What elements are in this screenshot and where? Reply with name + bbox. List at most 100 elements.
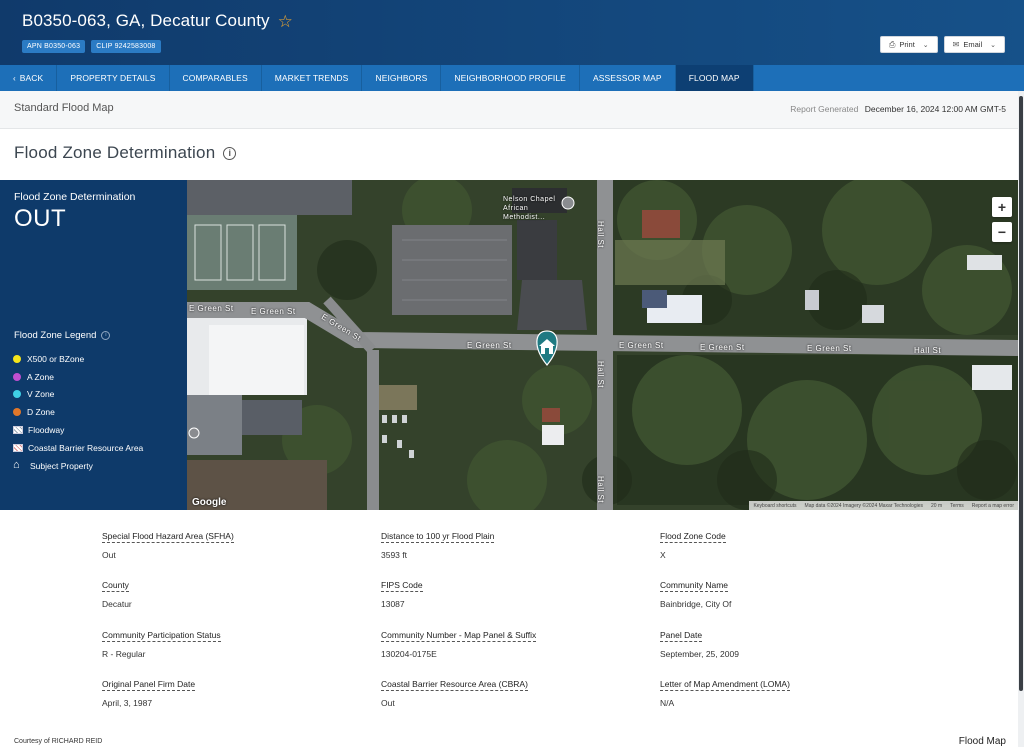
detail-firm-date: Original Panel Firm Date April, 3, 1987: [102, 674, 362, 708]
street-label: E Green St: [467, 341, 512, 350]
star-icon[interactable]: ☆: [278, 13, 293, 30]
legend-item-label: V Zone: [27, 389, 55, 400]
detail-value: R - Regular: [102, 649, 146, 659]
page-header: B0350-063, GA, Decatur County ☆ APN B035…: [0, 0, 1024, 65]
map-data-text: Map data ©2024 Imagery ©2024 Maxar Techn…: [804, 502, 923, 509]
home-icon: ⌂: [13, 459, 20, 472]
zoom-out-button[interactable]: −: [992, 222, 1012, 242]
tab-neighbors[interactable]: NEIGHBORS: [362, 65, 442, 91]
legend-panel: Flood Zone Determination OUT Flood Zone …: [0, 180, 187, 510]
street-label: E Green St: [807, 344, 852, 353]
scrollbar-thumb[interactable]: [1019, 96, 1023, 691]
detail-label: County: [102, 580, 129, 592]
legend-item-cbra: Coastal Barrier Resource Area: [13, 439, 143, 457]
report-generated-value: December 16, 2024 12:00 AM GMT-5: [864, 104, 1006, 114]
section-title-text: Flood Zone Determination: [14, 143, 216, 162]
detail-participation: Community Participation Status R - Regul…: [102, 625, 362, 659]
street-label: Hall St: [596, 475, 606, 504]
street-label: E Green St: [700, 343, 745, 352]
detail-value: Out: [381, 698, 395, 708]
title-row: B0350-063, GA, Decatur County ☆: [22, 11, 293, 31]
yellow-dot-icon: [13, 354, 21, 363]
detail-label: Original Panel Firm Date: [102, 679, 196, 691]
info-icon[interactable]: i: [101, 331, 111, 340]
tab-neighborhood-profile[interactable]: NEIGHBORHOOD PROFILE: [441, 65, 580, 91]
detail-value: X: [660, 550, 666, 560]
detail-distance: Distance to 100 yr Flood Plain 3593 ft: [381, 526, 641, 560]
envelope-icon: ✉: [952, 40, 960, 49]
report-error-link[interactable]: Report a map error: [972, 503, 1014, 509]
detail-label: Panel Date: [660, 630, 703, 642]
tab-comparables[interactable]: COMPARABLES: [170, 65, 262, 91]
back-label: BACK: [19, 73, 44, 83]
hatch-icon: [13, 426, 23, 435]
satellite-map[interactable]: E Green St E Green St E Green St E Green…: [187, 180, 1018, 510]
flood-map-block: Flood Zone Determination OUT Flood Zone …: [0, 180, 1018, 510]
legend-item-x500: X500 or BZone: [13, 350, 143, 368]
legend-item-v-zone: V Zone: [13, 386, 143, 404]
chevron-left-icon: ‹: [13, 73, 16, 83]
section-title: Flood Zone Determination i: [14, 143, 237, 163]
determination-value: OUT: [14, 205, 67, 232]
tab-market-trends[interactable]: MARKET TRENDS: [262, 65, 363, 91]
apn-badge: APN B0350-063: [22, 40, 86, 53]
google-logo: Google: [192, 497, 227, 508]
detail-value: 3593 ft: [381, 550, 407, 560]
detail-fips: FIPS Code 13087: [381, 575, 641, 609]
purple-dot-icon: [13, 372, 21, 381]
legend-item-subject-property: ⌂ Subject Property: [13, 457, 143, 475]
detail-value: Decatur: [102, 599, 132, 609]
keyboard-shortcuts-link[interactable]: Keyboard shortcuts: [753, 503, 796, 509]
detail-loma: Letter of Map Amendment (LOMA) N/A: [660, 674, 920, 708]
footer-page-label: Flood Map: [958, 736, 1006, 747]
main-nav: ‹ BACK PROPERTY DETAILS COMPARABLES MARK…: [0, 65, 1024, 91]
street-label: Hall St: [596, 360, 606, 389]
chevron-down-icon: ⌄: [990, 41, 996, 49]
zoom-in-button[interactable]: +: [992, 197, 1012, 217]
street-label: Hall St: [596, 220, 606, 249]
report-title: Standard Flood Map: [14, 102, 114, 114]
legend-title: Flood Zone Legend i: [14, 330, 111, 341]
street-label: Hall St: [914, 346, 942, 355]
detail-value: September, 25, 2009: [660, 649, 739, 659]
detail-label: FIPS Code: [381, 580, 423, 592]
detail-label: Community Participation Status: [102, 630, 221, 642]
vertical-scrollbar[interactable]: [1018, 91, 1024, 747]
detail-value: Out: [102, 550, 116, 560]
legend-item-label: D Zone: [27, 407, 55, 418]
orange-dot-icon: [13, 408, 21, 417]
tab-assessor-map[interactable]: ASSESSOR MAP: [580, 65, 676, 91]
tab-property-details[interactable]: PROPERTY DETAILS: [57, 65, 170, 91]
detail-cbra: Coastal Barrier Resource Area (CBRA) Out: [381, 674, 641, 708]
detail-label: Community Number - Map Panel & Suffix: [381, 630, 537, 642]
report-subheader: Standard Flood Map Report Generated Dece…: [0, 91, 1018, 129]
detail-value: April, 3, 1987: [102, 698, 153, 708]
cyan-dot-icon: [13, 390, 21, 399]
detail-label: Flood Zone Code: [660, 531, 726, 543]
detail-value: N/A: [660, 698, 675, 708]
report-generated: Report Generated December 16, 2024 12:00…: [790, 104, 1006, 114]
email-button[interactable]: ✉ Email ⌄: [943, 36, 1005, 53]
map-attribution: Keyboard shortcuts Map data ©2024 Imager…: [749, 501, 1018, 510]
legend-item-d-zone: D Zone: [13, 403, 143, 421]
detail-value: 130204-0175E: [381, 649, 437, 659]
header-actions: ⎙ Print ⌄ ✉ Email ⌄: [879, 36, 1005, 53]
detail-sfha: Special Flood Hazard Area (SFHA) Out: [102, 526, 362, 560]
legend-item-label: A Zone: [27, 371, 54, 382]
detail-zone-code: Flood Zone Code X: [660, 526, 920, 560]
hatch-red-icon: [13, 443, 23, 452]
print-label: Print: [899, 40, 915, 49]
legend-item-label: X500 or BZone: [27, 353, 85, 364]
tab-flood-map[interactable]: FLOOD MAP: [675, 65, 754, 91]
detail-label: Letter of Map Amendment (LOMA): [660, 679, 790, 691]
detail-value: 13087: [381, 599, 405, 609]
legend-title-text: Flood Zone Legend: [14, 330, 97, 341]
terms-link[interactable]: Terms: [950, 503, 964, 509]
detail-label: Community Name: [660, 580, 729, 592]
detail-label: Special Flood Hazard Area (SFHA): [102, 531, 234, 543]
print-button[interactable]: ⎙ Print ⌄: [879, 36, 938, 53]
info-icon[interactable]: i: [223, 146, 237, 160]
detail-label: Coastal Barrier Resource Area (CBRA): [381, 679, 528, 691]
legend-item-a-zone: A Zone: [13, 368, 143, 386]
back-button[interactable]: ‹ BACK: [0, 65, 58, 91]
